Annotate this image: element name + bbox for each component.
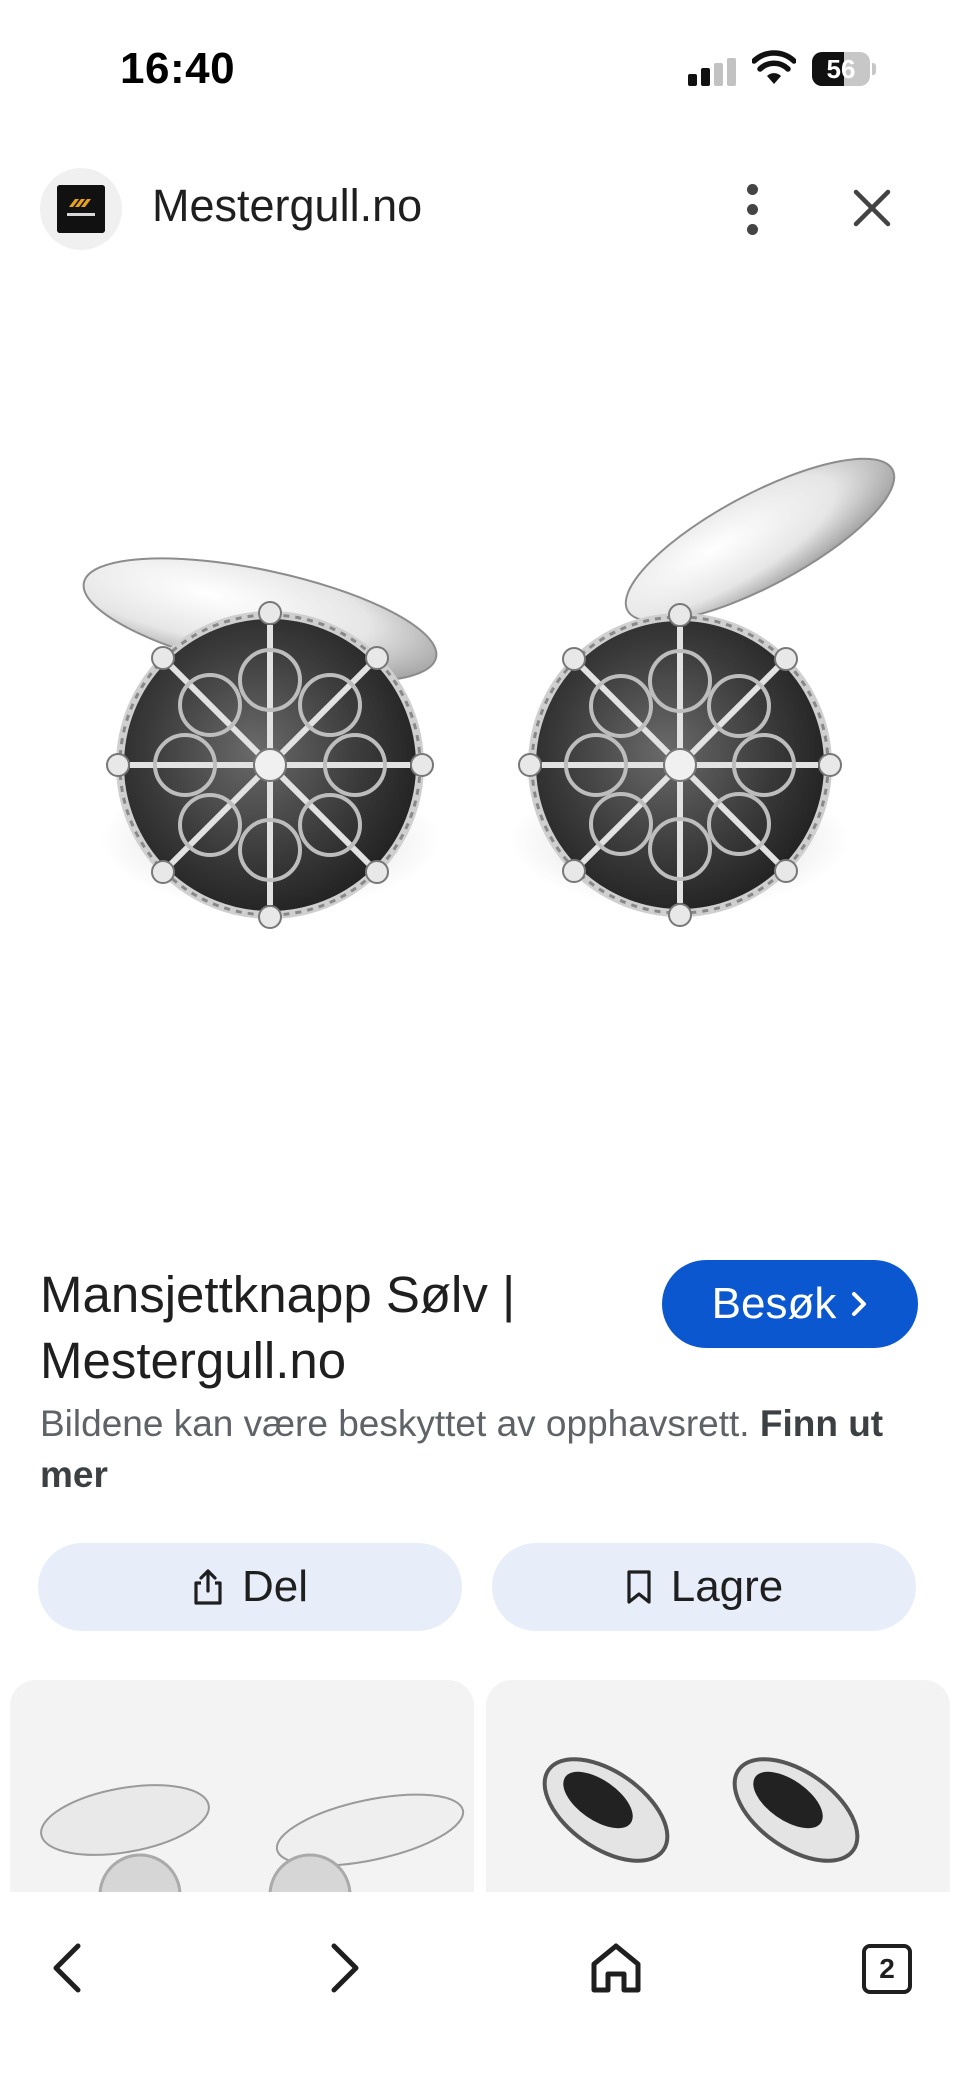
page: 16:40 56 Mestergull.no Mansjettknapp Søl… xyxy=(0,0,960,2081)
mestergull-logo-icon[interactable] xyxy=(40,168,122,250)
copyright-notice: Bildene kan være beskyttet av opphavsret… xyxy=(40,1398,920,1500)
back-icon[interactable] xyxy=(38,1936,102,2000)
related-image-thumbnail[interactable] xyxy=(486,1680,950,1900)
result-title[interactable]: Mansjettknapp Sølv | Mestergull.no xyxy=(40,1262,600,1394)
status-time: 16:40 xyxy=(120,44,236,93)
chevron-right-icon xyxy=(852,1292,867,1316)
visit-label: Besøk xyxy=(711,1279,837,1328)
site-name[interactable]: Mestergull.no xyxy=(152,180,422,232)
forward-icon[interactable] xyxy=(310,1936,374,2000)
status-bar: 16:40 56 xyxy=(0,0,960,140)
share-label: Del xyxy=(241,1562,309,1611)
battery-icon: 56 xyxy=(812,52,876,86)
share-icon xyxy=(194,1569,222,1605)
tab-count: 2 xyxy=(862,1944,912,1994)
product-image[interactable] xyxy=(60,420,900,1080)
signal-icon xyxy=(688,58,738,86)
more-vertical-icon[interactable] xyxy=(734,184,772,236)
battery-level: 56 xyxy=(826,54,856,84)
wifi-icon xyxy=(752,50,796,84)
site-header: Mestergull.no xyxy=(0,160,960,256)
save-button[interactable]: Lagre xyxy=(492,1543,916,1631)
copyright-text: Bildene kan være beskyttet av opphavsret… xyxy=(40,1403,750,1444)
share-button[interactable]: Del xyxy=(38,1543,462,1631)
tabs-button[interactable]: 2 xyxy=(856,1936,920,2000)
visit-button[interactable]: Besøk xyxy=(662,1260,918,1348)
related-image-thumbnail[interactable] xyxy=(10,1680,474,1900)
save-label: Lagre xyxy=(670,1562,784,1611)
home-icon[interactable] xyxy=(584,1936,648,2000)
close-icon[interactable] xyxy=(846,182,898,234)
bottom-nav: 2 xyxy=(0,1892,960,2081)
bookmark-icon xyxy=(627,1570,651,1604)
